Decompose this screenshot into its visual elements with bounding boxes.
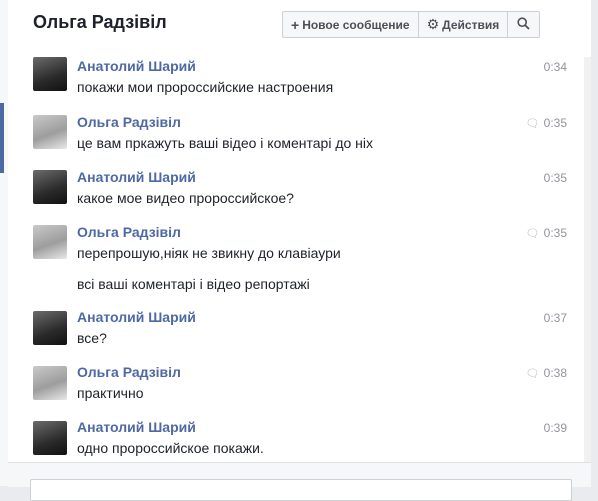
avatar[interactable] bbox=[33, 311, 67, 345]
message-time: 🗨 0:35 bbox=[526, 226, 567, 240]
scrollbar[interactable] bbox=[584, 57, 591, 462]
new-message-button[interactable]: + Новое сообщение bbox=[283, 12, 419, 37]
message-time-value: 0:35 bbox=[543, 116, 567, 130]
sender-name[interactable]: Ольга Радзівіл bbox=[77, 224, 181, 240]
actions-button[interactable]: ⚙ Действия bbox=[419, 12, 509, 37]
message-time: 0:34 bbox=[543, 60, 567, 74]
message-time-value: 0:35 bbox=[543, 226, 567, 240]
message-time: 🗨 0:38 bbox=[526, 366, 567, 380]
message-text: перепрошую,ніяк не звикну до клавіаури bbox=[77, 245, 341, 261]
avatar[interactable] bbox=[33, 170, 67, 204]
message-input[interactable] bbox=[30, 479, 572, 501]
message-text: одно пророссийское покажи. bbox=[77, 440, 264, 456]
avatar[interactable] bbox=[33, 225, 67, 259]
new-message-label: Новое сообщение bbox=[302, 17, 410, 32]
conversation-title: Ольга Радзівіл bbox=[33, 12, 167, 32]
search-icon bbox=[517, 16, 530, 33]
search-button[interactable] bbox=[508, 12, 539, 37]
speech-bubble-icon: 🗨 bbox=[525, 118, 540, 130]
speech-bubble-icon: 🗨 bbox=[525, 228, 540, 240]
plus-icon: + bbox=[291, 16, 300, 33]
sender-name[interactable]: Анатолий Шарий bbox=[77, 309, 196, 325]
message-time: 0:37 bbox=[543, 311, 567, 325]
active-thread-indicator bbox=[0, 103, 4, 173]
message-text: все? bbox=[77, 330, 107, 346]
header-toolbar: + Новое сообщение ⚙ Действия bbox=[282, 11, 541, 38]
message-text: всі ваші коментарі і відео репортажі bbox=[77, 276, 310, 292]
sender-name[interactable]: Ольга Радзівіл bbox=[77, 364, 181, 380]
avatar[interactable] bbox=[33, 57, 67, 91]
message-text: практично bbox=[77, 385, 144, 401]
actions-label: Действия bbox=[442, 17, 500, 32]
avatar[interactable] bbox=[33, 115, 67, 149]
sender-name[interactable]: Анатолий Шарий bbox=[77, 419, 196, 435]
avatar[interactable] bbox=[33, 366, 67, 400]
avatar[interactable] bbox=[33, 421, 67, 455]
message-time: 0:35 bbox=[543, 171, 567, 185]
message-time: 🗨 0:35 bbox=[526, 116, 567, 130]
sender-name[interactable]: Анатолий Шарий bbox=[77, 58, 196, 74]
composer-area bbox=[8, 462, 591, 501]
message-text: какое мое видео пророссийское? bbox=[77, 190, 294, 206]
gear-icon: ⚙ bbox=[426, 16, 440, 32]
speech-bubble-icon: 🗨 bbox=[525, 368, 540, 380]
message-text: покажи мои пророссийские настроения bbox=[77, 79, 334, 95]
message-text: це вам пркажуть ваші відео і коментарі д… bbox=[77, 135, 374, 151]
message-time: 0:39 bbox=[543, 421, 567, 435]
message-list[interactable]: Анатолий Шарий 0:34 покажи мои пророссий… bbox=[8, 57, 584, 462]
sender-name[interactable]: Анатолий Шарий bbox=[77, 169, 196, 185]
message-time-value: 0:38 bbox=[543, 366, 567, 380]
sender-name[interactable]: Ольга Радзівіл bbox=[77, 114, 181, 130]
conversation-header: Ольга Радзівіл + Новое сообщение ⚙ Дейст… bbox=[8, 0, 591, 58]
